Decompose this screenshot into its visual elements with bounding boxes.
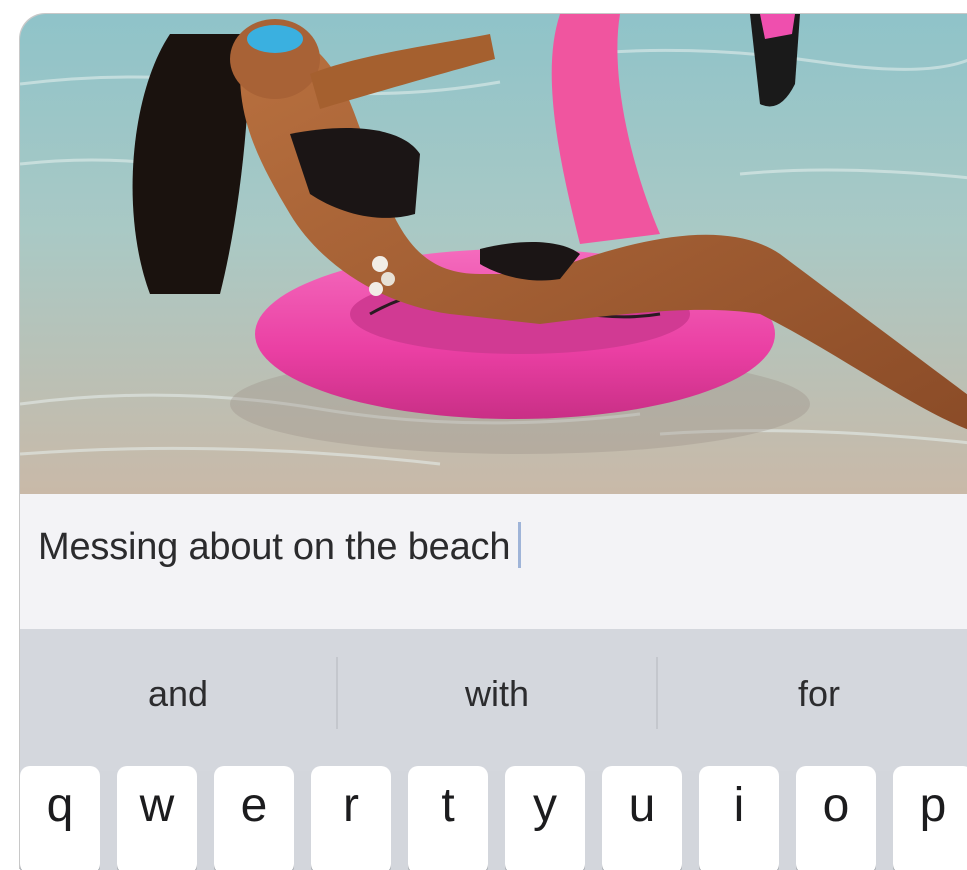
key-o[interactable]: o bbox=[796, 766, 876, 870]
prediction-and[interactable]: and bbox=[20, 629, 336, 759]
key-u[interactable]: u bbox=[602, 766, 682, 870]
key-r[interactable]: r bbox=[311, 766, 391, 870]
prediction-with[interactable]: with bbox=[338, 629, 656, 759]
text-cursor bbox=[518, 522, 522, 568]
key-i[interactable]: i bbox=[699, 766, 779, 870]
predictive-text-bar: and with for bbox=[20, 629, 967, 771]
key-y[interactable]: y bbox=[505, 766, 585, 870]
beach-photo-illustration bbox=[20, 14, 967, 494]
compose-screen: and with for q w e r t y u i o p bbox=[20, 14, 967, 870]
key-e[interactable]: e bbox=[214, 766, 294, 870]
key-w[interactable]: w bbox=[117, 766, 197, 870]
key-t[interactable]: t bbox=[408, 766, 488, 870]
caption-text-wrapper[interactable]: Messing about on the beach bbox=[38, 522, 522, 572]
keyboard-top-row: q w e r t y u i o p bbox=[20, 766, 967, 870]
attached-photo[interactable] bbox=[20, 14, 967, 494]
caption-text: Messing about on the beach bbox=[38, 526, 511, 569]
key-p[interactable]: p bbox=[893, 766, 967, 870]
prediction-for[interactable]: for bbox=[658, 629, 967, 759]
key-q[interactable]: q bbox=[20, 766, 100, 870]
